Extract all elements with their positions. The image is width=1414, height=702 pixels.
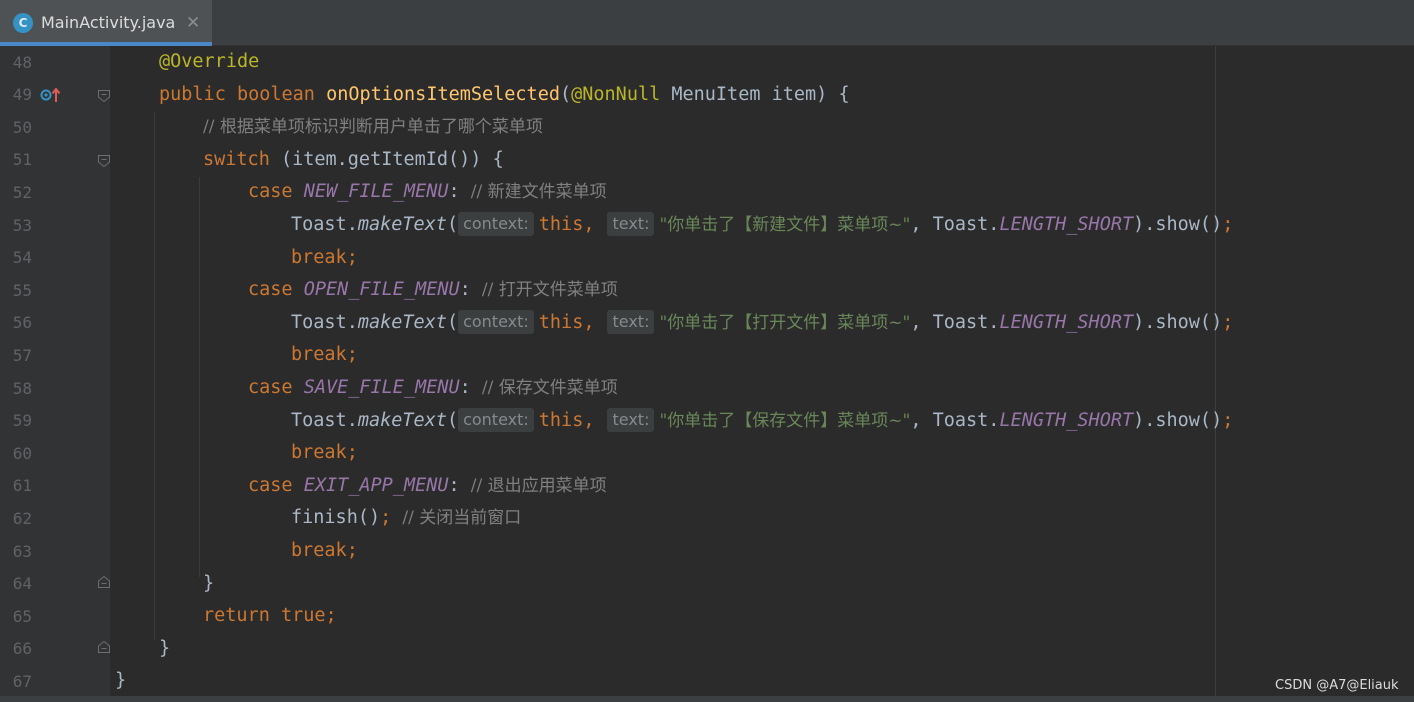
code-line: @Override — [159, 51, 260, 72]
horizontal-scrollbar[interactable] — [0, 696, 1414, 702]
line-number: 49 — [12, 85, 32, 105]
code-line: break; — [291, 246, 358, 268]
code-line: break; — [291, 442, 358, 464]
code-line: break; — [291, 344, 358, 366]
param-hint-context: context: — [458, 407, 534, 432]
param-hint-text: text: — [607, 212, 655, 236]
code-line: // 根据菜单项标识判断用户单击了哪个菜单项 — [203, 117, 543, 138]
line-number: 58 — [12, 378, 32, 398]
fold-end-icon[interactable] — [97, 640, 111, 654]
code-line: } — [115, 670, 127, 692]
line-number: 54 — [12, 248, 32, 268]
line-number: 64 — [12, 574, 32, 594]
code-line: Toast.makeText(context: this, text: "你单击了【保… — [291, 407, 1234, 432]
line-number: 65 — [12, 606, 32, 626]
line-number: 67 — [12, 672, 32, 691]
tab-title: MainActivity.java — [41, 13, 176, 32]
code-line: case OPEN_FILE_MENU: // 打开文件菜单项 — [248, 279, 618, 301]
param-hint-text: text: — [607, 407, 655, 432]
editor-tab-bar: C MainActivity.java ✕ — [0, 0, 1414, 46]
code-line: } — [159, 637, 171, 659]
param-hint-context: context: — [458, 309, 534, 334]
fold-end-icon[interactable] — [97, 575, 111, 589]
code-line: public boolean onOptionsItemSelected(@No… — [159, 83, 850, 105]
line-number: 50 — [12, 117, 32, 137]
code-line: finish(); // 关闭当前窗口 — [291, 507, 522, 529]
code-line: break; — [291, 540, 358, 561]
override-method-icon[interactable] — [40, 87, 62, 103]
line-number: 55 — [12, 280, 32, 300]
line-number: 60 — [12, 443, 32, 463]
code-line: Toast.makeText(context: this, text: "你单击了【新… — [291, 212, 1234, 236]
watermark: CSDN @A7@Eliauk — [1275, 678, 1399, 693]
tab-main-activity[interactable]: C MainActivity.java ✕ — [0, 0, 212, 46]
code-line: switch (item.getItemId()) { — [203, 148, 504, 170]
line-number: 59 — [12, 411, 32, 431]
line-number: 61 — [12, 476, 32, 496]
line-gutter[interactable]: 48 49 50 51 52 53 54 55 56 57 58 59 60 6… — [0, 46, 110, 702]
indent-guide — [199, 177, 200, 577]
code-line: case SAVE_FILE_MENU: // 保存文件菜单项 — [248, 377, 618, 398]
code-line: Toast.makeText(context: this, text: "你单击了【打… — [291, 309, 1234, 334]
param-hint-text: text: — [607, 309, 655, 334]
fold-collapse-icon[interactable] — [97, 154, 111, 168]
line-number: 53 — [12, 215, 32, 235]
param-hint-context: context: — [458, 212, 534, 236]
code-line: case NEW_FILE_MENU: // 新建文件菜单项 — [248, 181, 607, 203]
close-icon[interactable]: ✕ — [186, 12, 200, 34]
line-number: 48 — [12, 52, 32, 72]
line-number: 57 — [12, 346, 32, 365]
code-line: } — [203, 572, 215, 594]
line-number: 63 — [12, 541, 32, 561]
java-class-icon: C — [13, 13, 33, 33]
indent-guide — [154, 111, 155, 641]
code-editor[interactable]: @Override public boolean onOptionsItemSe… — [110, 46, 1414, 702]
line-number: 56 — [12, 313, 32, 333]
code-line: case EXIT_APP_MENU: // 退出应用菜单项 — [248, 474, 607, 496]
line-number: 51 — [12, 150, 32, 170]
line-number: 52 — [12, 183, 32, 202]
line-number: 66 — [12, 639, 32, 659]
line-number: 62 — [12, 509, 32, 528]
fold-collapse-icon[interactable] — [97, 89, 111, 103]
code-line: return true; — [203, 605, 337, 627]
